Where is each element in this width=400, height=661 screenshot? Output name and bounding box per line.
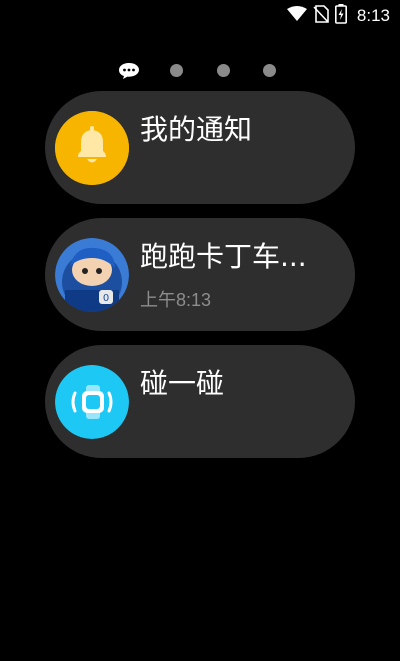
game-avatar-icon: 0 (55, 238, 129, 312)
card-title: 碰一碰 (140, 367, 225, 400)
card-title: 跑跑卡丁车... (140, 240, 307, 273)
svg-text:0: 0 (103, 293, 109, 304)
status-icons: 8:13 (286, 4, 390, 28)
page-dot[interactable] (263, 64, 276, 77)
game-notification-card[interactable]: 0 跑跑卡丁车... 上午8:13 (45, 218, 355, 331)
card-title: 我的通知 (140, 113, 253, 146)
wifi-icon (286, 6, 307, 26)
status-time: 8:13 (356, 6, 390, 25)
watch-tap-icon (55, 365, 129, 439)
no-sim-icon (313, 5, 329, 27)
page-dot[interactable] (170, 64, 183, 77)
battery-charging-icon (334, 4, 347, 28)
notification-card[interactable]: 我的通知 (45, 91, 355, 204)
status-bar: 8:13 (0, 0, 400, 28)
chat-bubble-icon[interactable] (118, 62, 140, 84)
page-dot[interactable] (217, 64, 230, 77)
tap-card[interactable]: 碰一碰 (45, 345, 355, 458)
card-timestamp: 上午8:13 (140, 290, 212, 310)
bell-icon (55, 111, 129, 185)
